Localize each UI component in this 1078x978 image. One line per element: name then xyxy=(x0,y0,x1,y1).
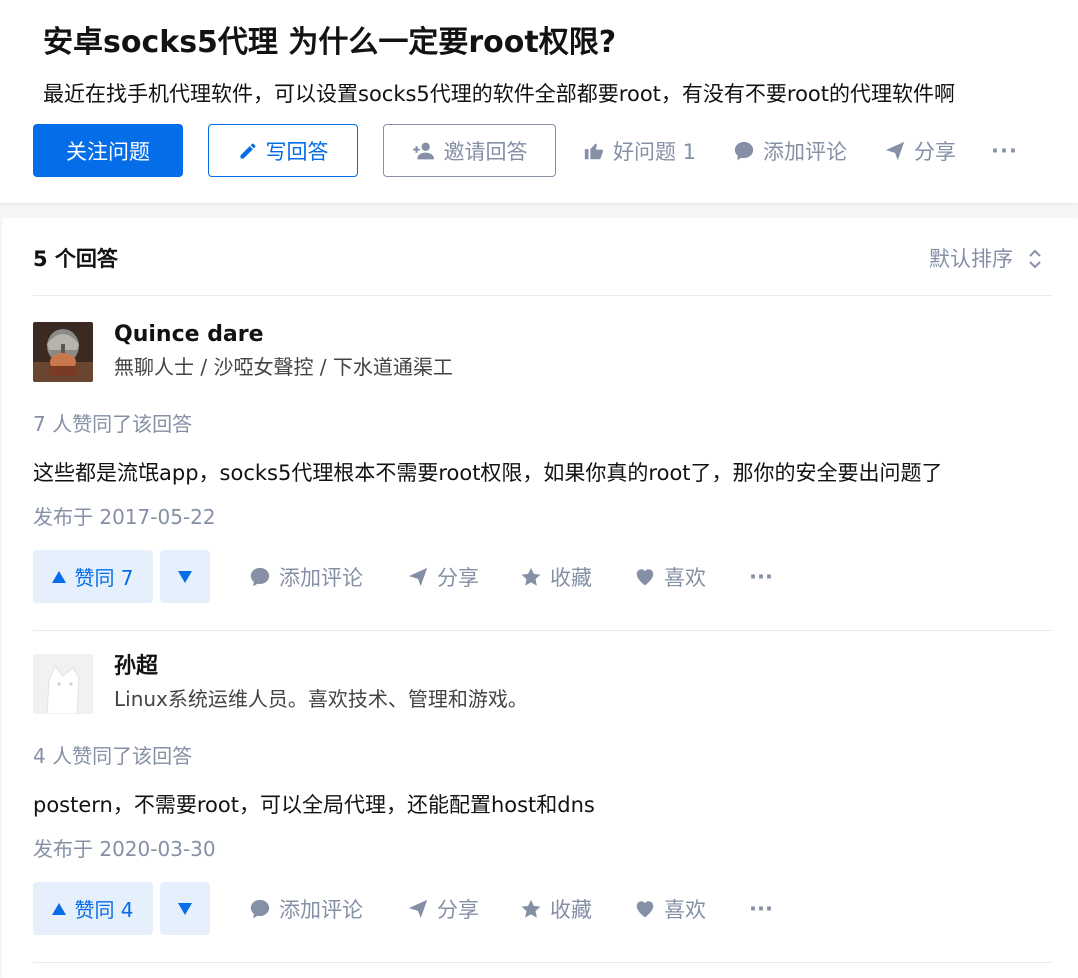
invite-answer-button[interactable]: 邀请回答 xyxy=(383,124,556,177)
author-name[interactable]: Quince dare xyxy=(114,318,264,352)
answer-content[interactable]: 这些都是流氓app，socks5代理根本不需要root权限，如果你真的root了… xyxy=(33,456,943,490)
follow-label: 关注问题 xyxy=(66,139,150,164)
vote-down-button[interactable] xyxy=(160,550,210,603)
answer-more-button[interactable]: ··· xyxy=(749,550,773,603)
good-question-label: 好问题 1 xyxy=(613,139,697,164)
like-button[interactable]: 喜欢 xyxy=(634,882,706,935)
share-button[interactable]: 分享 xyxy=(884,124,956,177)
author-headline: 無聊人士 / 沙啞女聲控 / 下水道通渠工 xyxy=(114,355,453,379)
vote-up-label: 赞同 7 xyxy=(74,566,134,590)
collect-label: 收藏 xyxy=(550,897,592,922)
good-question-button[interactable]: 好问题 1 xyxy=(583,124,696,177)
answers-card: 5 个回答 默认排序 Quince dare 無聊人士 / 沙啞女聲控 / 下水… xyxy=(2,218,1078,978)
star-icon xyxy=(521,899,541,918)
answers-count: 5 个回答 xyxy=(33,247,118,271)
like-label: 喜欢 xyxy=(664,897,706,922)
votes-summary: 4 人赞同了该回答 xyxy=(33,744,193,768)
triangle-up-icon xyxy=(52,570,67,583)
sort-switch-icon xyxy=(1029,249,1041,269)
vote-down-button[interactable] xyxy=(160,882,210,935)
collect-label: 收藏 xyxy=(550,565,592,590)
add-comment-button[interactable]: 添加评论 xyxy=(733,124,847,177)
collect-button[interactable]: 收藏 xyxy=(520,882,592,935)
answer-comment-button[interactable]: 添加评论 xyxy=(249,882,363,935)
answer-actions: 赞同 4 添加评论 分享 收藏 喜欢 ··· xyxy=(33,882,1053,935)
add-user-icon xyxy=(412,142,434,159)
more-icon: ··· xyxy=(749,564,773,589)
share-icon xyxy=(885,141,905,160)
thumbs-up-icon xyxy=(584,143,604,159)
share-icon xyxy=(408,899,428,918)
question-description: 最近在找手机代理软件，可以设置socks5代理的软件全部都要root，有没有不要… xyxy=(43,82,955,106)
comment-icon xyxy=(734,141,754,160)
write-answer-button[interactable]: 写回答 xyxy=(208,124,358,177)
answer-actions: 赞同 7 添加评论 分享 收藏 喜欢 ··· xyxy=(33,550,1053,603)
answer-item: Quince dare 無聊人士 / 沙啞女聲控 / 下水道通渠工 7 人赞同了… xyxy=(33,322,1053,631)
answer-item: 孙超 Linux系统运维人员。喜欢技术、管理和游戏。 4 人赞同了该回答 pos… xyxy=(33,654,1053,963)
question-title[interactable]: 安卓socks5代理 为什么一定要root权限? xyxy=(43,20,616,66)
like-label: 喜欢 xyxy=(664,565,706,590)
author-headline: Linux系统运维人员。喜欢技术、管理和游戏。 xyxy=(114,687,528,711)
answers-header: 5 个回答 默认排序 xyxy=(33,238,1053,296)
share-label: 分享 xyxy=(914,139,956,164)
answer-share-button[interactable]: 分享 xyxy=(407,550,479,603)
invite-label: 邀请回答 xyxy=(443,139,528,164)
publish-date[interactable]: 发布于 2020-03-30 xyxy=(33,833,216,865)
share-icon xyxy=(408,567,428,586)
write-label: 写回答 xyxy=(265,139,329,164)
sort-toggle[interactable]: 默认排序 xyxy=(929,241,1043,277)
comment-icon xyxy=(250,567,270,586)
question-header: 安卓socks5代理 为什么一定要root权限? 最近在找手机代理软件，可以设置… xyxy=(0,0,1078,203)
avatar[interactable] xyxy=(33,322,93,382)
heart-icon xyxy=(636,568,654,585)
sort-label: 默认排序 xyxy=(929,247,1013,271)
pencil-icon xyxy=(240,142,256,158)
star-icon xyxy=(521,567,541,586)
answer-more-button[interactable]: ··· xyxy=(749,882,773,935)
author-name[interactable]: 孙超 xyxy=(114,650,158,684)
comment-icon xyxy=(250,899,270,918)
answer-comment-label: 添加评论 xyxy=(279,897,363,922)
more-button[interactable]: ··· xyxy=(991,124,1018,177)
more-icon: ··· xyxy=(749,896,773,921)
answer-comment-button[interactable]: 添加评论 xyxy=(249,550,363,603)
vote-up-button[interactable]: 赞同 7 xyxy=(33,550,153,603)
triangle-up-icon xyxy=(52,902,67,915)
like-button[interactable]: 喜欢 xyxy=(634,550,706,603)
heart-icon xyxy=(636,900,654,917)
publish-date[interactable]: 发布于 2017-05-22 xyxy=(33,501,216,533)
avatar[interactable] xyxy=(33,654,93,714)
triangle-down-icon xyxy=(178,902,192,915)
answer-share-label: 分享 xyxy=(437,565,479,590)
comment-label: 添加评论 xyxy=(763,139,847,164)
votes-summary: 7 人赞同了该回答 xyxy=(33,412,193,436)
follow-question-button[interactable]: 关注问题 xyxy=(33,124,183,177)
answer-share-label: 分享 xyxy=(437,897,479,922)
triangle-down-icon xyxy=(178,570,192,583)
answer-comment-label: 添加评论 xyxy=(279,565,363,590)
more-icon: ··· xyxy=(991,138,1018,163)
collect-button[interactable]: 收藏 xyxy=(520,550,592,603)
answer-content[interactable]: postern，不需要root，可以全局代理，还能配置host和dns xyxy=(33,788,595,822)
answer-share-button[interactable]: 分享 xyxy=(407,882,479,935)
vote-up-label: 赞同 4 xyxy=(74,898,134,922)
vote-up-button[interactable]: 赞同 4 xyxy=(33,882,153,935)
